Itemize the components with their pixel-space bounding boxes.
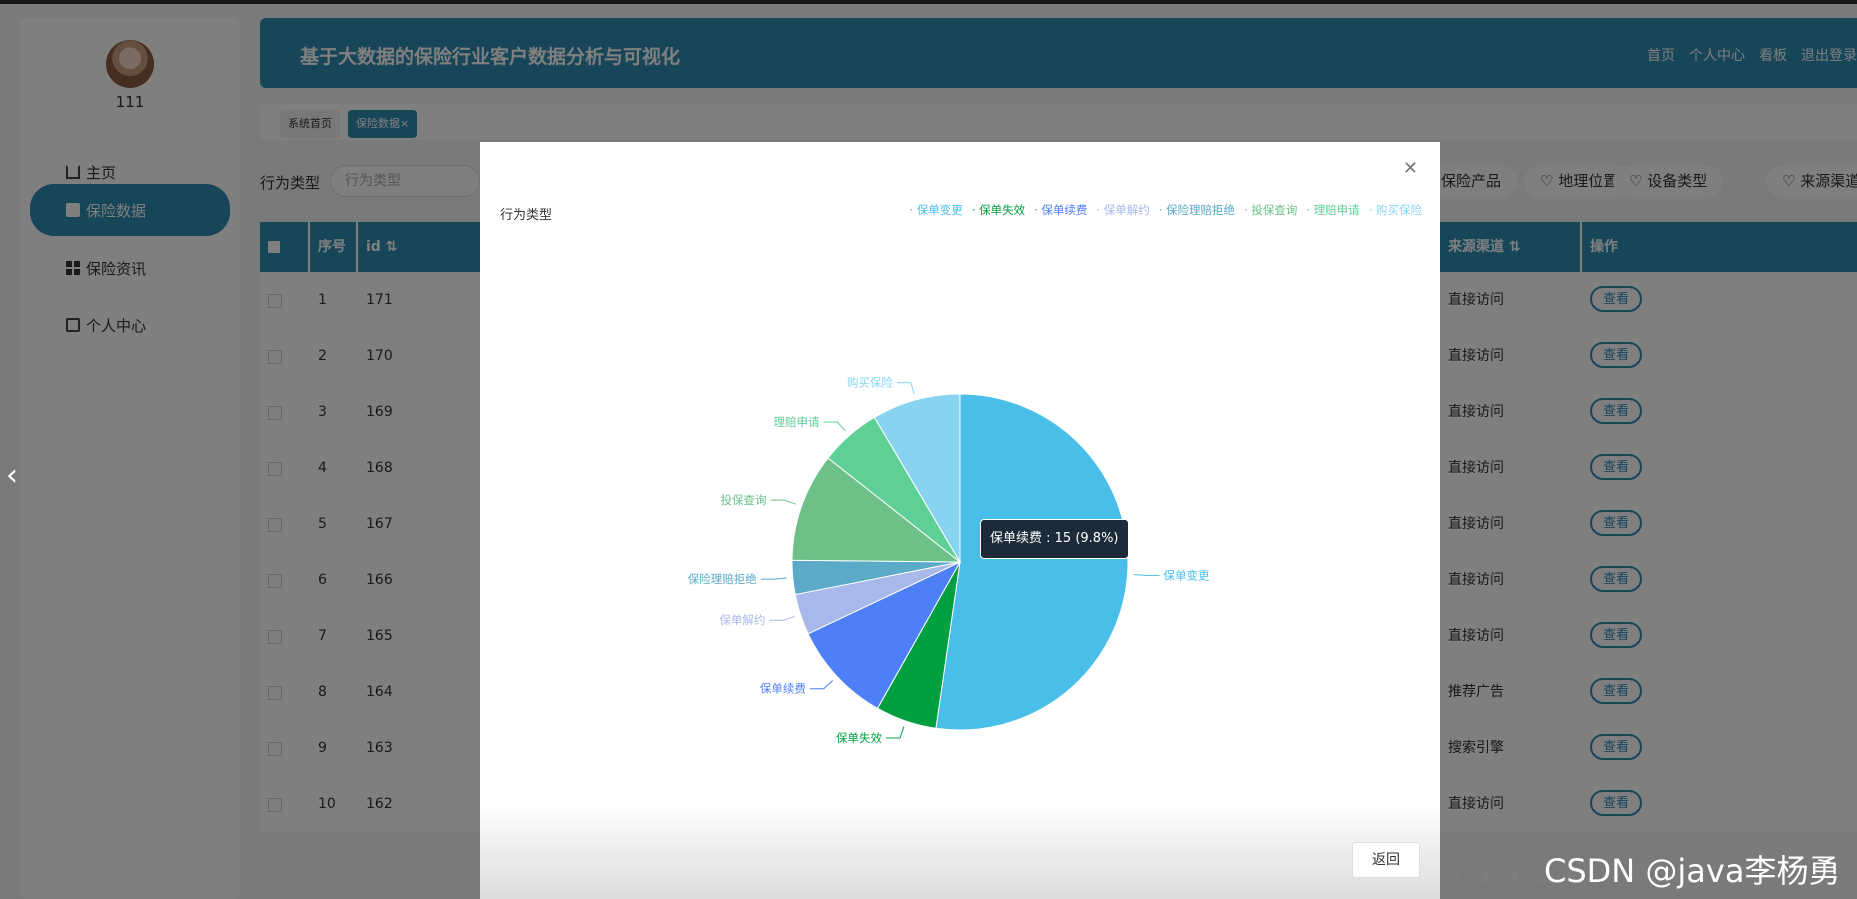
slice-label: 保单失效 <box>836 731 882 745</box>
label-line <box>1133 573 1160 576</box>
slice-label: 保单续费 <box>760 682 806 696</box>
label-line <box>885 726 905 739</box>
label-line <box>896 382 915 395</box>
slice-label: 保单解约 <box>719 613 765 627</box>
slice-label: 保险理赔拒绝 <box>688 572 757 586</box>
label-line <box>809 680 833 690</box>
pie-chart: 保单变更保单失效 保单续费 保单解约 保险理赔拒绝 投保查询 理赔申请 购买保险 <box>688 376 1210 745</box>
slice-label: 保单变更 <box>1164 568 1210 582</box>
slice-label: 投保查询 <box>721 493 767 507</box>
chart-tooltip: 保单续费 : 15 (9.8%) <box>980 519 1129 559</box>
chart-modal: ✕ 行为类型 · 保单变更 · 保单失效 · 保单续费 · 保单解约 · 保险理赔拒绝 ·… <box>480 142 1440 899</box>
back-button[interactable]: 返回 <box>1352 842 1420 878</box>
slice-label: 理赔申请 <box>774 415 820 429</box>
label-line <box>769 615 795 621</box>
slice-label: 购买保险 <box>847 376 893 390</box>
label-line <box>760 577 787 580</box>
modal-footer <box>480 802 1440 899</box>
label-line <box>823 421 846 432</box>
chevron-left-icon[interactable]: ‹ <box>6 458 18 493</box>
pie-slice[interactable] <box>935 393 1129 731</box>
label-line <box>770 499 797 505</box>
watermark: CSDN @java李杨勇 <box>1544 852 1841 890</box>
